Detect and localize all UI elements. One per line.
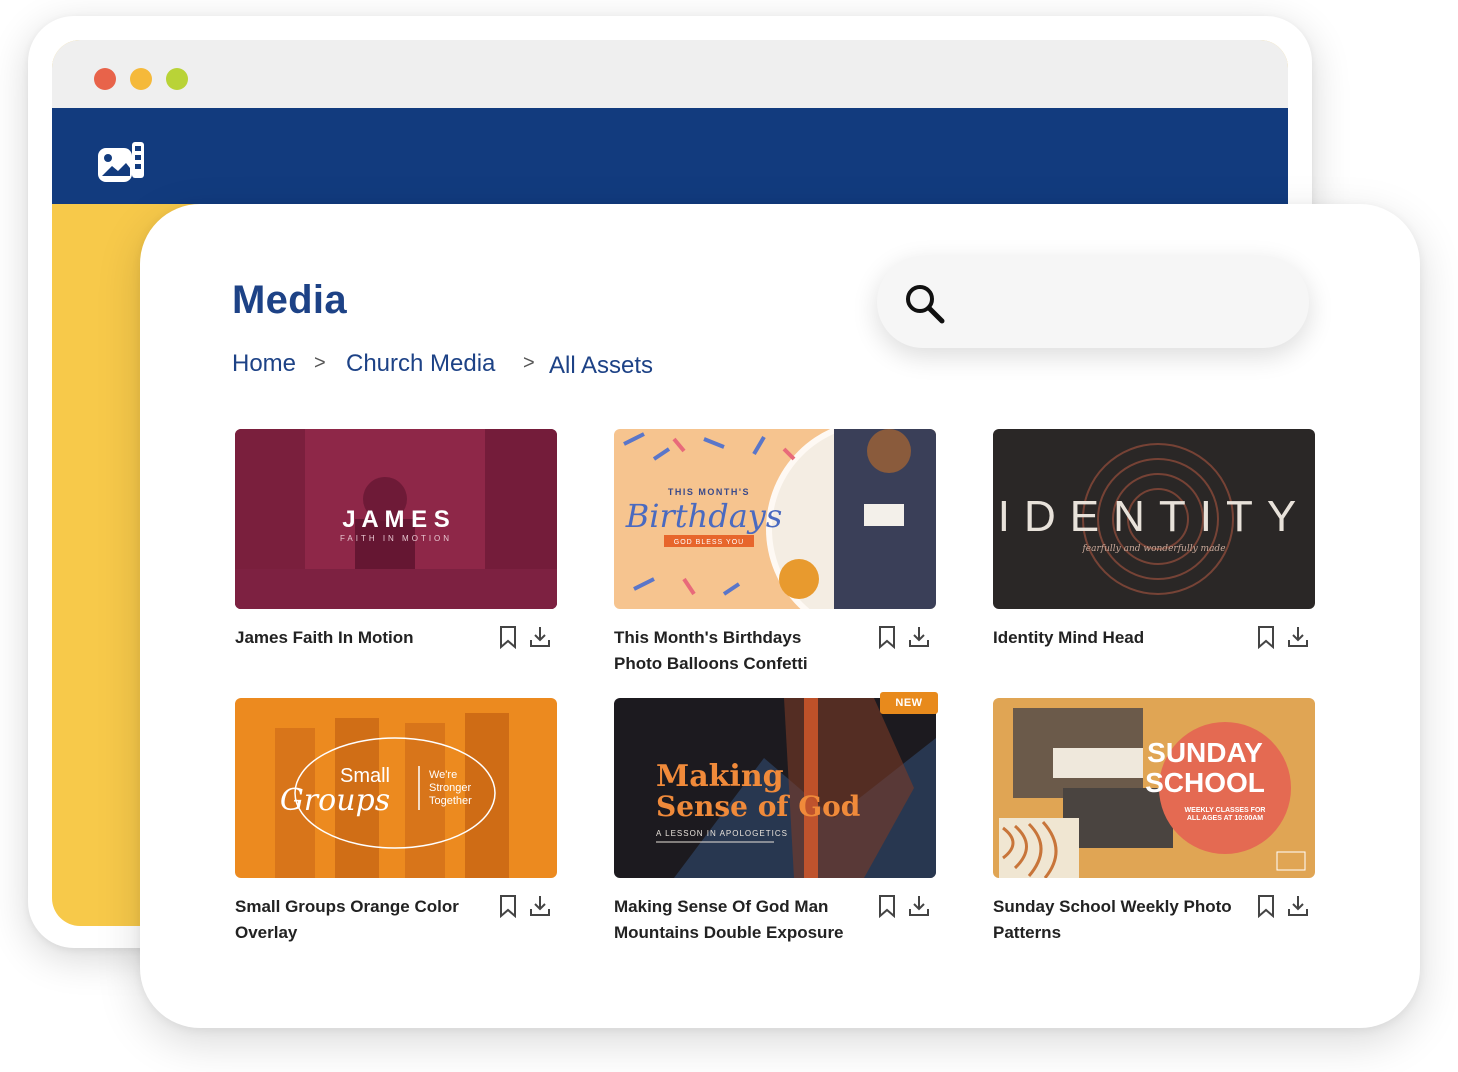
page-title: Media (232, 278, 347, 322)
svg-text:SCHOOL: SCHOOL (1145, 767, 1265, 798)
breadcrumb-church-media[interactable]: Church Media (346, 350, 495, 378)
asset-card[interactable]: SUNDAY SCHOOL WEEKLY CLASSES FOR ALL AGE… (993, 698, 1315, 942)
asset-title[interactable]: Small Groups Orange Color Overlay (235, 894, 475, 946)
asset-actions (497, 894, 557, 920)
bookmark-icon[interactable] (497, 894, 519, 918)
asset-actions (497, 625, 557, 651)
download-icon[interactable] (1287, 625, 1309, 649)
app-header (52, 108, 1288, 204)
asset-actions (1255, 625, 1315, 651)
svg-text:WEEKLY CLASSES FOR: WEEKLY CLASSES FOR (1185, 807, 1266, 814)
asset-thumbnail[interactable]: Making Sense of God A LESSON IN APOLOGET… (614, 698, 936, 878)
search-icon[interactable] (903, 282, 945, 324)
window-maximize-dot[interactable] (166, 68, 188, 90)
asset-title[interactable]: Making Sense Of God Man Mountains Double… (614, 894, 854, 946)
asset-thumbnail[interactable]: J A M E S FAITH IN MOTION (235, 429, 557, 609)
bookmark-icon[interactable] (876, 625, 898, 649)
asset-card[interactable]: Small Groups We're Stronger Together Sma… (235, 698, 557, 942)
media-panel: Media Home > Church Media > All Assets J… (140, 204, 1420, 1028)
asset-actions (1255, 894, 1315, 920)
asset-thumbnail[interactable]: SUNDAY SCHOOL WEEKLY CLASSES FOR ALL AGE… (993, 698, 1315, 878)
svg-text:fearfully and wonderfully made: fearfully and wonderfully made (1081, 544, 1225, 554)
svg-text:ALL AGES AT 10:00AM: ALL AGES AT 10:00AM (1187, 815, 1263, 822)
svg-text:Groups: Groups (280, 783, 390, 818)
breadcrumb-all-assets[interactable]: All Assets (549, 352, 653, 380)
search-input[interactable] (877, 256, 1309, 348)
svg-text:SUNDAY: SUNDAY (1147, 737, 1263, 768)
asset-title[interactable]: This Month's Birthdays Photo Balloons Co… (614, 625, 854, 677)
svg-text:Together: Together (429, 795, 472, 807)
asset-thumbnail[interactable]: IDENTITY fearfully and wonderfully made (993, 429, 1315, 609)
svg-text:We're: We're (429, 769, 457, 781)
asset-actions (876, 625, 936, 651)
window-close-dot[interactable] (94, 68, 116, 90)
svg-text:Making: Making (656, 759, 784, 794)
bookmark-icon[interactable] (497, 625, 519, 649)
thumb-subtitle-text: FAITH IN MOTION (340, 534, 452, 543)
browser-titlebar (52, 40, 1288, 108)
svg-text:Stronger: Stronger (429, 782, 472, 794)
download-icon[interactable] (529, 894, 551, 918)
new-badge: NEW (880, 692, 938, 714)
svg-text:GOD BLESS YOU: GOD BLESS YOU (674, 539, 744, 546)
download-icon[interactable] (1287, 894, 1309, 918)
asset-card[interactable]: J A M E S FAITH IN MOTION James Faith In… (235, 429, 557, 649)
svg-text:Birthdays: Birthdays (625, 497, 783, 535)
download-icon[interactable] (908, 625, 930, 649)
asset-title[interactable]: Identity Mind Head (993, 625, 1233, 651)
bookmark-icon[interactable] (1255, 625, 1277, 649)
svg-text:A LESSON IN APOLOGETICS: A LESSON IN APOLOGETICS (656, 829, 788, 838)
svg-text:THIS MONTH'S: THIS MONTH'S (668, 487, 750, 497)
svg-text:IDENTITY: IDENTITY (998, 492, 1310, 541)
thumb-title-text: J A M E S (342, 506, 450, 533)
asset-thumbnail[interactable]: THIS MONTH'S Birthdays GOD BLESS YOU (614, 429, 936, 609)
asset-title[interactable]: Sunday School Weekly Photo Patterns (993, 894, 1233, 946)
asset-title[interactable]: James Faith In Motion (235, 625, 475, 651)
media-library-icon[interactable] (96, 138, 148, 186)
breadcrumb-home[interactable]: Home (232, 350, 296, 378)
breadcrumb-separator: > (523, 352, 535, 374)
asset-card[interactable]: THIS MONTH'S Birthdays GOD BLESS YOU Thi… (614, 429, 936, 673)
bookmark-icon[interactable] (876, 894, 898, 918)
download-icon[interactable] (908, 894, 930, 918)
asset-card[interactable]: IDENTITY fearfully and wonderfully made … (993, 429, 1315, 649)
asset-card[interactable]: Making Sense of God A LESSON IN APOLOGET… (614, 692, 938, 942)
asset-actions (876, 894, 936, 920)
bookmark-icon[interactable] (1255, 894, 1277, 918)
download-icon[interactable] (529, 625, 551, 649)
asset-thumbnail[interactable]: Small Groups We're Stronger Together (235, 698, 557, 878)
breadcrumb-separator: > (314, 352, 326, 374)
window-minimize-dot[interactable] (130, 68, 152, 90)
svg-text:Sense of God: Sense of God (656, 790, 860, 823)
